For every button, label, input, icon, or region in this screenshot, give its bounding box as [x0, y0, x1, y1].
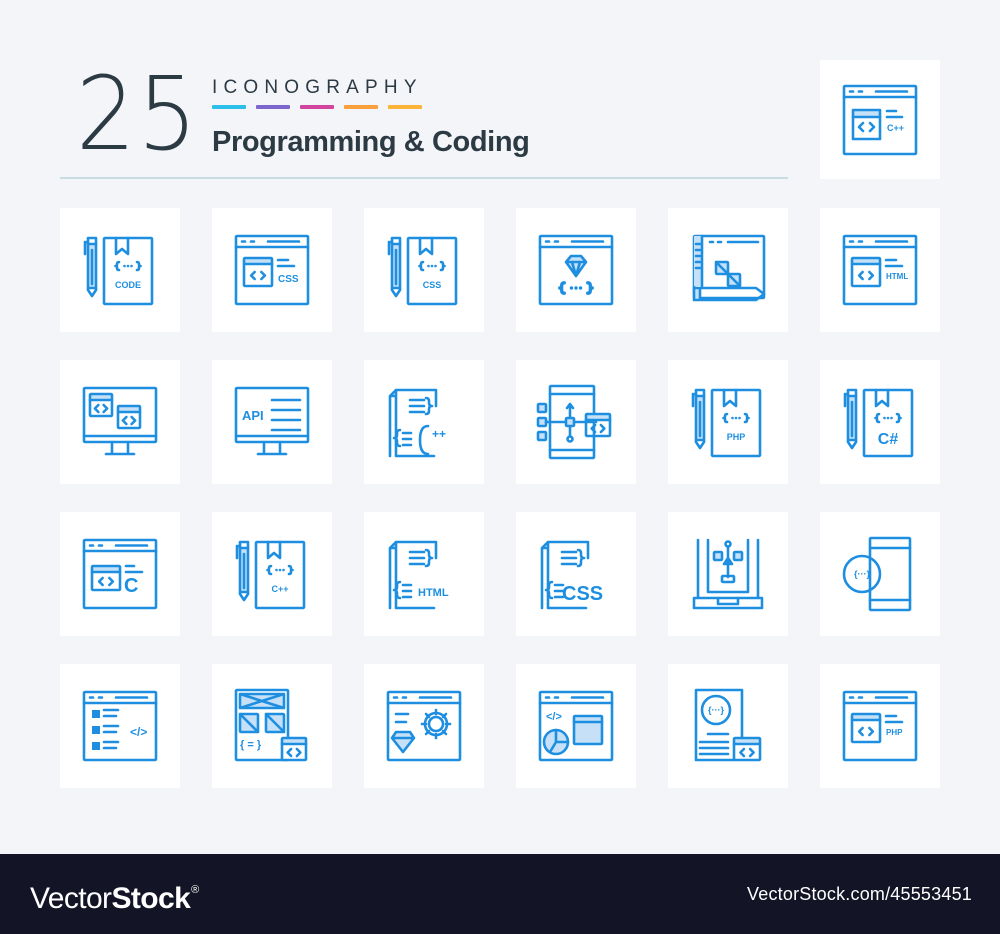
icon-tile[interactable] [364, 664, 484, 788]
css-book-pencil-icon: CSS [387, 236, 458, 306]
icon-tile[interactable]: </> [60, 664, 180, 788]
stripe-1 [212, 105, 246, 109]
logo-bold-text: Stock [111, 882, 191, 915]
document-code-badge-icon: {···} [694, 688, 762, 762]
svg-text:PHP: PHP [727, 432, 746, 442]
icon-tile[interactable] [668, 208, 788, 332]
svg-text:CODE: CODE [115, 280, 141, 290]
svg-text:HTML: HTML [418, 587, 449, 599]
browser-css-icon: CSS [234, 234, 310, 306]
svg-text:++: ++ [432, 427, 446, 441]
icon-tile[interactable]: C# [820, 360, 940, 484]
vectorstock-logo[interactable]: VectorStock® [30, 882, 199, 916]
laptop-flowchart-icon [692, 538, 764, 610]
icon-tile[interactable]: { = } [212, 664, 332, 788]
registered-mark: ® [191, 884, 199, 896]
icon-tile[interactable]: CSS [516, 512, 636, 636]
svg-text:CSS: CSS [562, 583, 603, 605]
stripe-4 [344, 105, 378, 109]
html-file-icon: HTML [388, 540, 449, 610]
color-stripes [212, 105, 422, 109]
browser-chart-code-icon: </> [538, 690, 614, 762]
icon-tile[interactable]: CSS [364, 208, 484, 332]
icon-tile[interactable]: CODE [60, 208, 180, 332]
icon-tile[interactable] [516, 360, 636, 484]
logo-light-text: Vector [30, 882, 112, 915]
svg-text:CSS: CSS [278, 274, 299, 285]
pack-title: Programming & Coding [212, 126, 530, 158]
monitor-api-icon: API [234, 386, 310, 456]
stripe-3 [300, 105, 334, 109]
monitor-code-windows-icon [82, 386, 158, 456]
browser-html-icon: HTML [842, 234, 918, 306]
mobile-flowchart-icon [536, 384, 612, 460]
svg-text:{···}: {···} [854, 569, 870, 579]
icon-tile[interactable]: HTML [820, 208, 940, 332]
css-file-icon: CSS [540, 540, 603, 610]
image-reference[interactable]: VectorStock.com/45553451 [747, 884, 972, 905]
browser-cpp-icon: C++ [842, 84, 918, 155]
stripe-5 [388, 105, 422, 109]
design-browser-pencil-icon [692, 234, 766, 302]
icon-tile[interactable]: {···} [820, 512, 940, 636]
svg-text:HTML: HTML [886, 272, 908, 281]
csharp-book-pencil-icon: C# [843, 388, 914, 458]
icon-tile[interactable] [668, 512, 788, 636]
icon-tile[interactable]: </> [516, 664, 636, 788]
wireframe-code-icon: { = } [234, 688, 308, 762]
icon-tile[interactable]: C [60, 512, 180, 636]
browser-php-icon: PHP [842, 690, 918, 762]
svg-text:C++: C++ [271, 584, 288, 594]
browser-ruby-icon [538, 234, 614, 306]
icon-tile[interactable]: API [212, 360, 332, 484]
icon-tile[interactable] [516, 208, 636, 332]
svg-text:</>: </> [546, 711, 562, 723]
footer-bar: VectorStock® VectorStock.com/45553451 [0, 854, 1000, 934]
icon-tile[interactable]: CSS [212, 208, 332, 332]
brand-label: ICONOGRAPHY [212, 77, 423, 98]
browser-ruby-gear-icon [386, 690, 462, 762]
cpp-file-icon: ++ [388, 388, 446, 458]
php-book-pencil-icon: PHP [691, 388, 762, 458]
svg-text:PHP: PHP [886, 728, 903, 737]
browser-code-list-icon: </> [82, 690, 158, 762]
svg-text:</>: </> [130, 725, 147, 739]
svg-text:{···}: {···} [708, 705, 724, 715]
icon-tile[interactable]: ++ [364, 360, 484, 484]
svg-text:C#: C# [878, 431, 899, 448]
header-divider [60, 177, 788, 179]
cpp-book-pencil-icon: C++ [235, 540, 306, 610]
svg-text:C++: C++ [887, 123, 904, 133]
icon-tile[interactable] [60, 360, 180, 484]
browser-c-icon: C [82, 538, 158, 610]
featured-icon-tile[interactable]: C++ [820, 60, 940, 179]
code-book-pencil-icon: CODE [83, 236, 154, 306]
icon-tile[interactable]: HTML [364, 512, 484, 636]
icon-count: 25 [76, 55, 200, 174]
icon-tile[interactable]: C++ [212, 512, 332, 636]
stripe-2 [256, 105, 290, 109]
icon-tile[interactable]: PHP [820, 664, 940, 788]
svg-text:CSS: CSS [423, 280, 442, 290]
icon-tile[interactable]: {···} [668, 664, 788, 788]
svg-text:API: API [242, 408, 264, 423]
svg-text:{ = }: { = } [240, 739, 262, 751]
svg-text:C: C [124, 575, 138, 597]
icon-tile[interactable]: PHP [668, 360, 788, 484]
mobile-code-badge-icon: {···} [842, 536, 912, 612]
